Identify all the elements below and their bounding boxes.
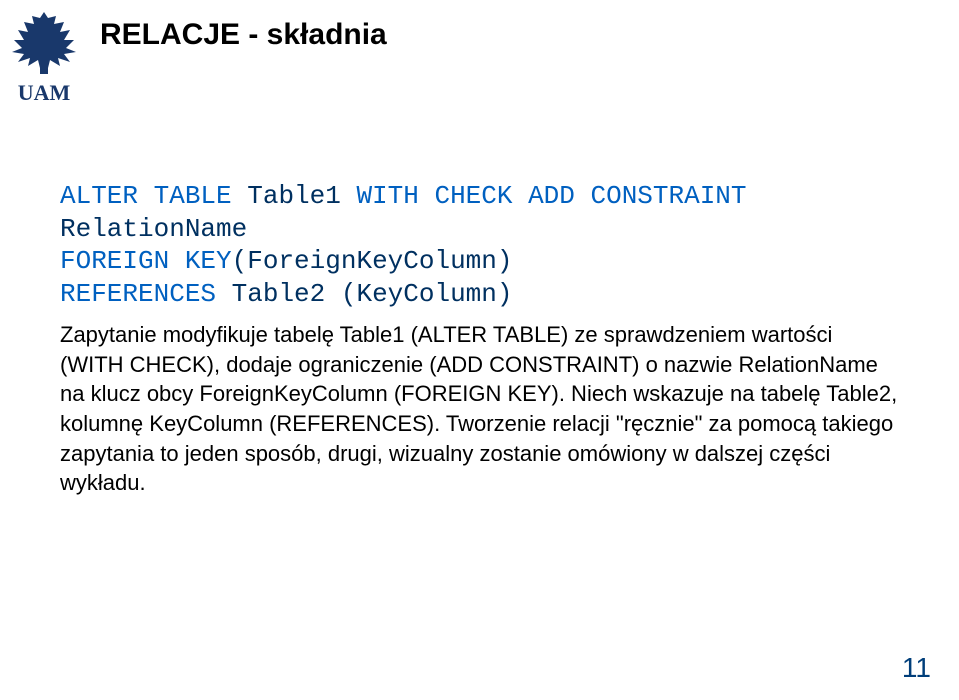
code-identifier: RelationName [60, 214, 247, 244]
explanation-paragraph: Zapytanie modyfikuje tabelę Table1 (ALTE… [60, 320, 900, 498]
slide-title: RELACJE - składnia [100, 18, 387, 52]
sql-code-block: ALTER TABLE Table1 WITH CHECK ADD CONSTR… [60, 180, 747, 310]
logo-text: UAM [18, 80, 71, 105]
code-keyword: REFERENCES [60, 279, 232, 309]
code-identifier: Table2 (KeyColumn) [232, 279, 513, 309]
page-number: 11 [902, 652, 931, 684]
code-keyword: FOREIGN KEY [60, 246, 232, 276]
code-identifier: Table1 [247, 181, 356, 211]
code-identifier: (ForeignKeyColumn) [232, 246, 513, 276]
code-keyword: ALTER TABLE [60, 181, 247, 211]
university-logo: UAM [8, 8, 80, 108]
code-keyword: WITH CHECK ADD CONSTRAINT [356, 181, 746, 211]
